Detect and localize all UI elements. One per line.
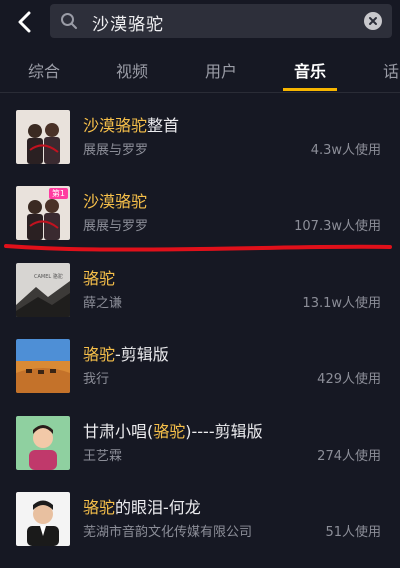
music-result-item[interactable]: 骆驼-剪辑版 我行 429人使用 [0, 331, 400, 407]
album-cover [16, 339, 70, 393]
usage-count: 13.1w人使用 [302, 296, 381, 311]
artist-name: 展展与罗罗 [83, 143, 149, 158]
top-bar: 沙漠骆驼 [0, 0, 400, 44]
back-button[interactable] [10, 8, 38, 36]
tab-comprehensive[interactable]: 综合 [28, 58, 60, 82]
album-cover [16, 110, 70, 164]
music-result-item[interactable]: 沙漠骆驼整首 展展与罗罗 4.3w人使用 [0, 102, 400, 178]
cover-text: CAMEL 骆驼 [34, 274, 63, 280]
tab-videos[interactable]: 视频 [116, 58, 148, 82]
usage-count: 274人使用 [317, 449, 381, 464]
album-cover [16, 416, 70, 470]
artist-name: 芜湖市音韵文化传媒有限公司 [83, 525, 253, 540]
artist-name: 薛之谦 [83, 296, 123, 311]
usage-count: 4.3w人使用 [310, 143, 381, 158]
song-title: 沙漠骆驼 [83, 192, 148, 211]
usage-count: 429人使用 [317, 372, 381, 387]
album-cover: CAMEL 骆驼 [16, 263, 70, 317]
search-input[interactable]: 沙漠骆驼 [92, 10, 164, 35]
music-result-item[interactable]: 甘肃小唱(骆驼)----剪辑版 王艺霖 274人使用 [0, 408, 400, 484]
artist-name: 王艺霖 [83, 449, 123, 464]
music-result-item[interactable]: CAMEL 骆驼 骆驼 薛之谦 13.1w人使用 [0, 255, 400, 331]
song-title: 甘肃小唱(骆驼)----剪辑版 [83, 422, 263, 441]
divider [0, 92, 400, 93]
rank-badge: 第1 [48, 188, 68, 199]
clear-search-button[interactable] [364, 12, 382, 30]
album-cover [16, 492, 70, 546]
search-box[interactable]: 沙漠骆驼 [50, 4, 392, 38]
active-tab-indicator [283, 88, 337, 91]
tab-users[interactable]: 用户 [205, 58, 237, 82]
music-result-item[interactable]: 骆驼的眼泪-何龙 芜湖市音韵文化传媒有限公司 51人使用 [0, 484, 400, 560]
artist-name: 我行 [83, 372, 110, 387]
search-icon [61, 13, 77, 29]
song-title: 骆驼的眼泪-何龙 [83, 498, 201, 517]
song-title: 骆驼 [83, 269, 116, 288]
song-title: 骆驼-剪辑版 [83, 345, 169, 364]
tab-topics[interactable]: 话 [383, 58, 399, 82]
chevron-left-icon [18, 11, 31, 33]
usage-count: 51人使用 [325, 525, 381, 540]
tab-bar: 综合 视频 用户 音乐 话 [0, 48, 400, 92]
song-title: 沙漠骆驼整首 [83, 116, 180, 135]
red-underline-annotation [4, 244, 392, 252]
close-icon [369, 17, 377, 25]
tab-music[interactable]: 音乐 [294, 58, 326, 82]
